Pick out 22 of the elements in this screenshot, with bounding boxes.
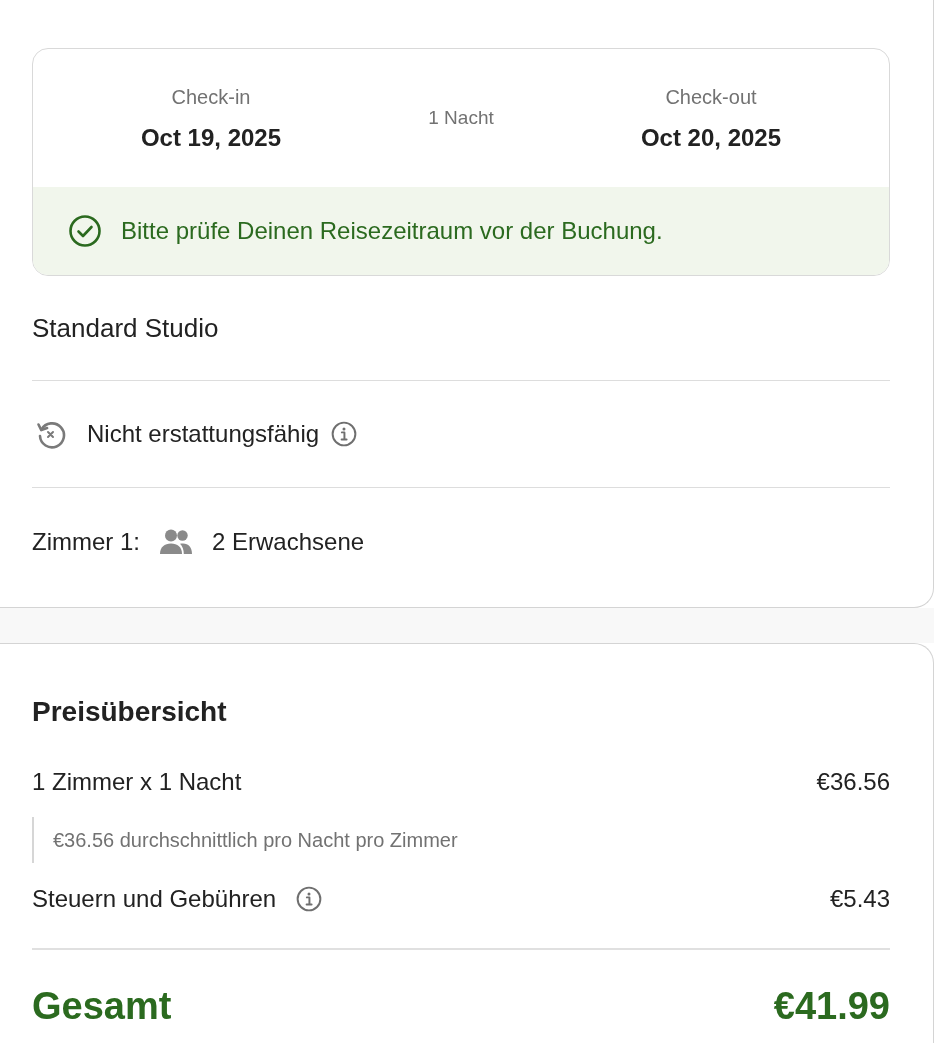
check-in-label: Check-in — [171, 85, 251, 110]
price-summary-title: Preisübersicht — [32, 695, 227, 729]
room-label: Zimmer 1: — [32, 526, 140, 557]
price-note: €36.56 durchschnittlich pro Nacht pro Zimmer — [53, 828, 458, 853]
notice-text: Bitte prüfe Deinen Reisezeitraum vor der Buchung. — [121, 216, 663, 246]
total-label: Gesamt — [32, 984, 172, 1028]
check-in-date: Oct 19, 2025 — [140, 123, 282, 153]
price-line-label: Steuern und Gebühren — [32, 884, 277, 914]
people-icon — [160, 528, 192, 555]
room-name: Standard Studio — [32, 312, 219, 345]
check-out-date: Oct 20, 2025 — [640, 123, 782, 153]
total-amount: €41.99 — [773, 984, 890, 1028]
check-out-label: Check-out — [665, 85, 757, 110]
nights-count: 1 Nacht — [428, 106, 494, 130]
guest-count: 2 Erwachsene — [212, 526, 365, 557]
info-icon[interactable] — [331, 421, 358, 447]
price-line-label: 1 Zimmer x 1 Nacht — [32, 767, 242, 797]
check-circle-icon — [69, 215, 101, 247]
info-icon[interactable] — [296, 886, 323, 912]
refund-policy: Nicht erstattungsfähig — [87, 419, 320, 449]
price-line-amount: €5.43 — [829, 884, 890, 914]
price-line-amount: €36.56 — [816, 767, 890, 797]
